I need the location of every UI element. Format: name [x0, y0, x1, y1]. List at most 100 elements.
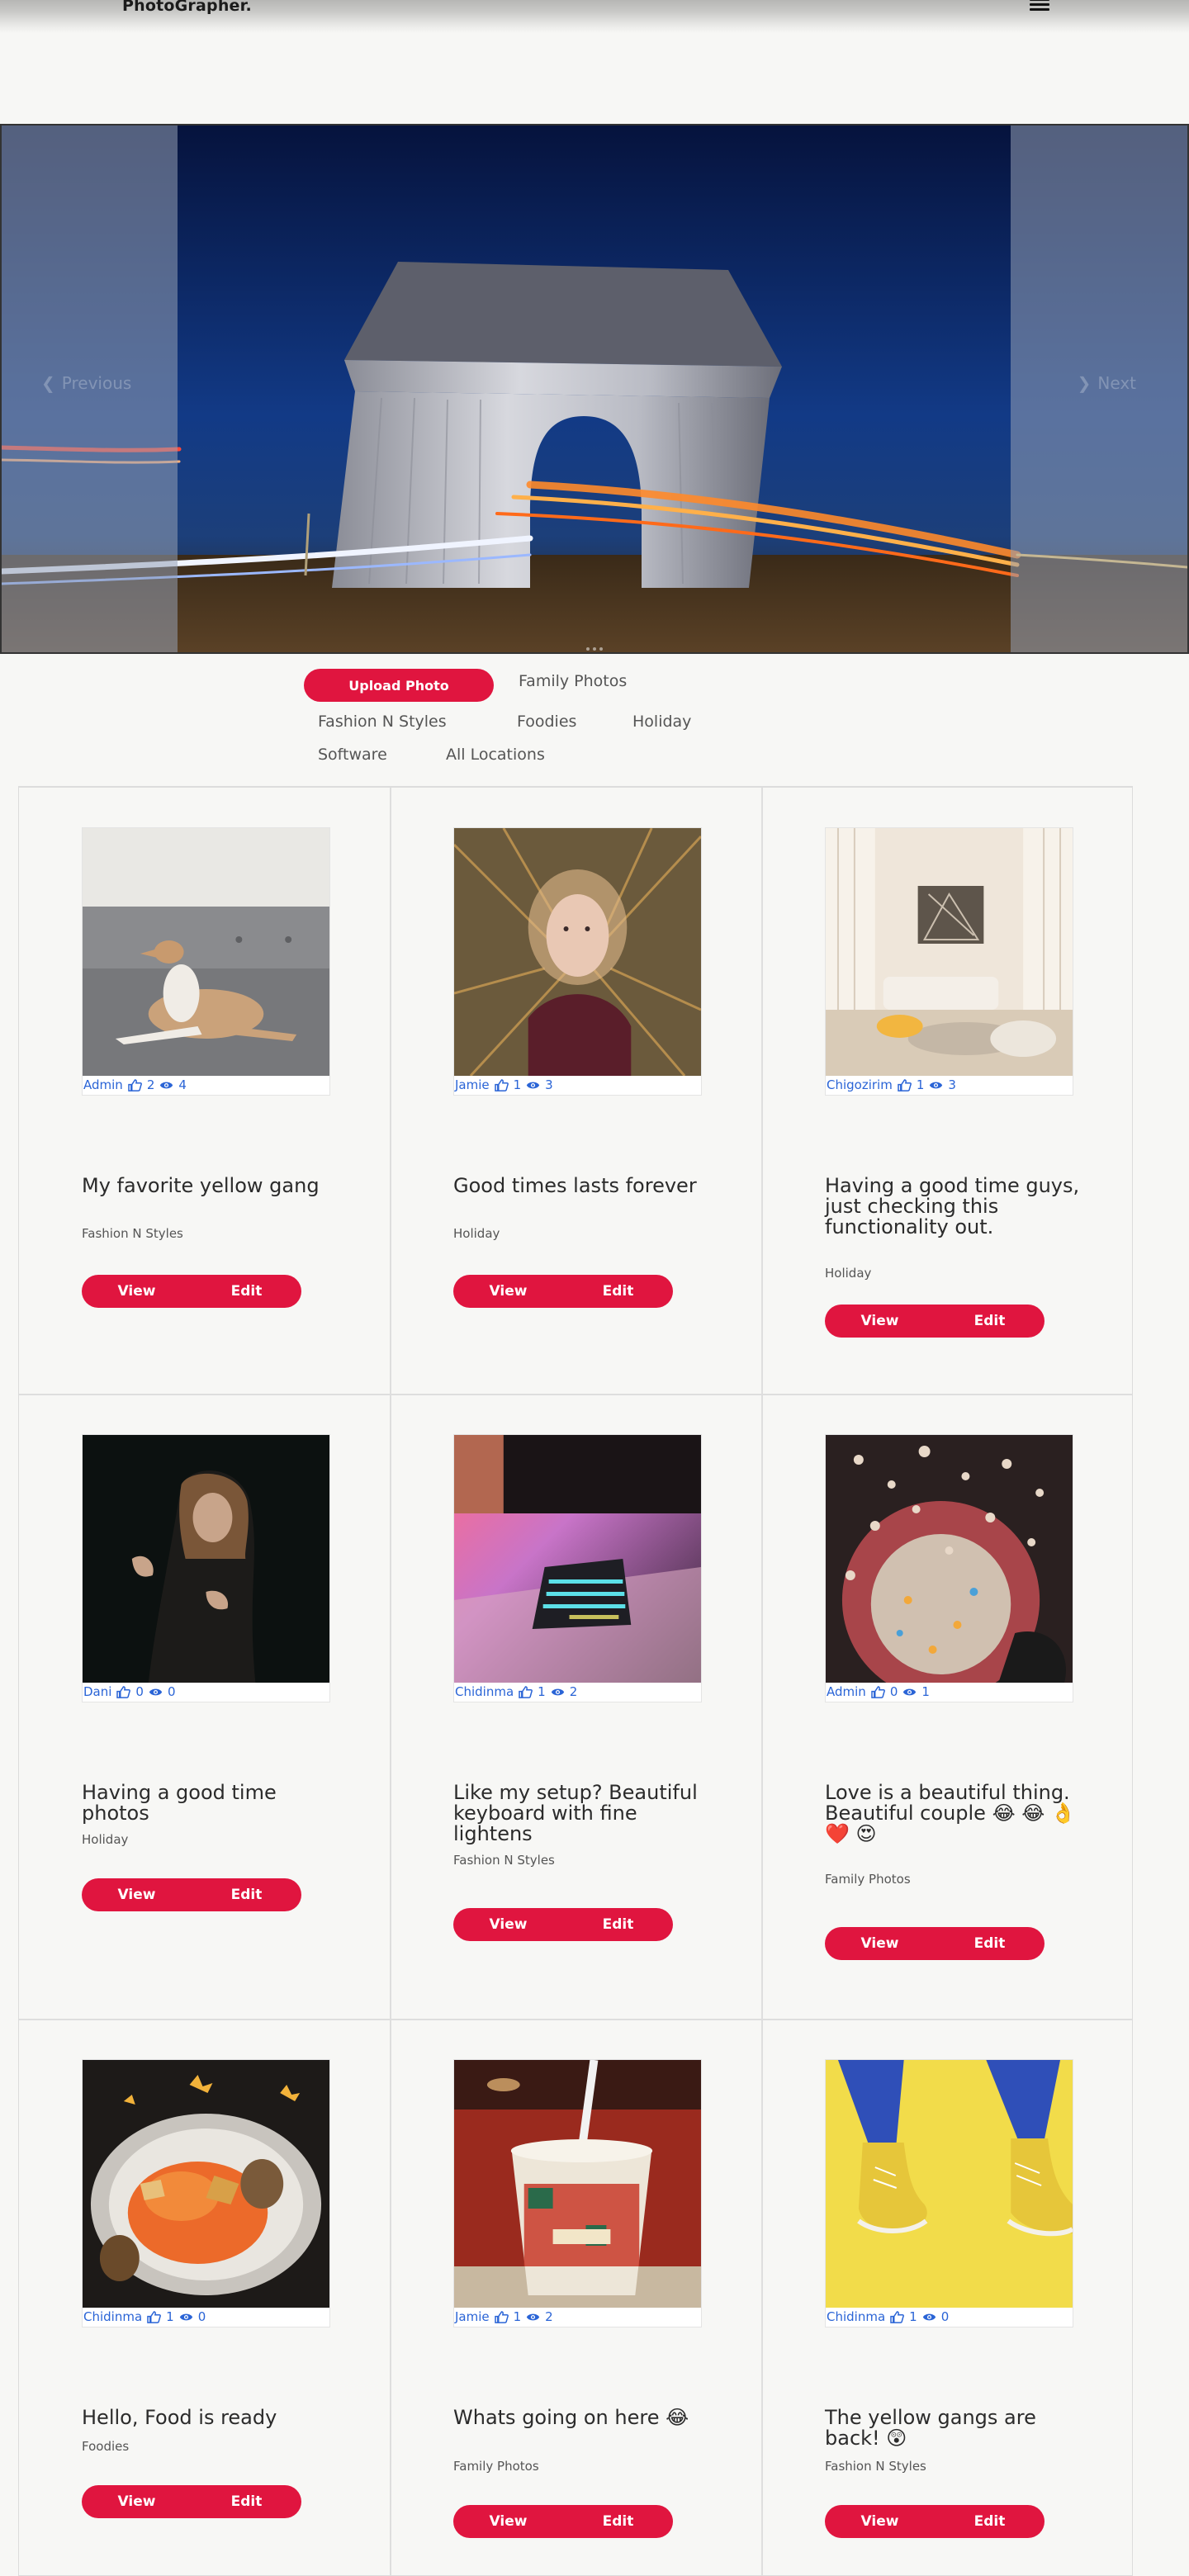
photo-thumbnail[interactable]: Jamie 1 3 [453, 827, 702, 1096]
thumbs-up-icon[interactable] [116, 1685, 131, 1698]
confetti-photo [826, 1435, 1073, 1683]
eye-icon [179, 2313, 192, 2320]
view-button[interactable]: View [453, 1275, 563, 1308]
living-room-photo [826, 828, 1073, 1076]
carousel-previous-button[interactable]: ❮ Previous [41, 373, 131, 393]
edit-button[interactable]: Edit [192, 1878, 301, 1911]
eye-icon [930, 1082, 943, 1088]
category-all-locations[interactable]: All Locations [446, 746, 545, 764]
photo-thumbnail[interactable]: Chidinma 1 2 [453, 1434, 702, 1702]
carousel-next-button[interactable]: ❯ Next [1078, 373, 1136, 393]
author-link[interactable]: Chidinma [455, 1684, 514, 1699]
photo-stats: Admin 2 4 [83, 1077, 187, 1092]
photo-stats: Admin 0 1 [827, 1684, 930, 1699]
photo-thumbnail[interactable]: Jamie 1 2 [453, 2059, 702, 2327]
edit-button[interactable]: Edit [563, 2505, 673, 2538]
author-link[interactable]: Chidinma [83, 2309, 142, 2324]
category-software[interactable]: Software [318, 746, 387, 764]
likes-count: 1 [916, 1077, 925, 1092]
carousel-indicators[interactable] [586, 647, 603, 651]
photo-category: Fashion N Styles [825, 2459, 926, 2474]
photo-category: Fashion N Styles [453, 1853, 555, 1868]
thumbs-up-icon[interactable] [494, 1078, 509, 1091]
view-button[interactable]: View [825, 1305, 935, 1338]
card-actions: View Edit [453, 2505, 673, 2538]
view-button[interactable]: View [453, 2505, 563, 2538]
brand-logo[interactable]: PhotoGrapher. [122, 0, 252, 15]
hamburger-icon[interactable] [1030, 0, 1049, 12]
upload-photo-button[interactable]: Upload Photo [304, 669, 494, 702]
edit-button[interactable]: Edit [192, 2485, 301, 2518]
edit-button[interactable]: Edit [563, 1908, 673, 1941]
photo-title: Good times lasts forever [453, 1174, 697, 1197]
view-button[interactable]: View [825, 2505, 935, 2538]
card-actions: View Edit [82, 1878, 301, 1911]
thumbs-up-icon[interactable] [128, 1078, 142, 1091]
thumbs-up-icon[interactable] [519, 1685, 533, 1698]
photo-thumbnail[interactable]: Dani 0 0 [82, 1434, 330, 1702]
photo-category: Holiday [453, 1226, 500, 1241]
views-count: 4 [178, 1077, 187, 1092]
category-foodies[interactable]: Foodies [517, 713, 576, 731]
thumbs-up-icon[interactable] [147, 2310, 162, 2323]
hero-image [2, 125, 1187, 652]
category-fashion-n-styles[interactable]: Fashion N Styles [318, 713, 447, 731]
views-count: 2 [545, 2309, 553, 2324]
likes-count: 1 [513, 2309, 522, 2324]
edit-button[interactable]: Edit [935, 1927, 1045, 1960]
card-actions: View Edit [825, 1305, 1045, 1338]
thumbs-up-icon[interactable] [898, 1078, 912, 1091]
thumbs-up-icon[interactable] [494, 2310, 509, 2323]
photo-thumbnail[interactable]: Admin 0 1 [825, 1434, 1073, 1702]
photo-category: Family Photos [825, 1872, 911, 1887]
view-button[interactable]: View [82, 1275, 192, 1308]
thumbs-up-icon[interactable] [890, 2310, 905, 2323]
view-button[interactable]: View [82, 1878, 192, 1911]
likes-count: 1 [513, 1077, 522, 1092]
category-holiday[interactable]: Holiday [632, 713, 691, 731]
eye-icon [551, 1688, 564, 1695]
top-navbar: PhotoGrapher. [0, 0, 1189, 33]
author-link[interactable]: Admin [827, 1684, 866, 1699]
eye-icon [160, 1082, 173, 1088]
likes-count: 2 [146, 1077, 155, 1092]
photo-stats: Dani 0 0 [83, 1684, 176, 1699]
festive-cup-photo [454, 2060, 701, 2308]
photo-thumbnail[interactable]: Admin 2 4 [82, 827, 330, 1096]
card-actions: View Edit [825, 1927, 1045, 1960]
view-button[interactable]: View [453, 1908, 563, 1941]
author-link[interactable]: Admin [83, 1077, 123, 1092]
author-link[interactable]: Jamie [455, 2309, 490, 2324]
author-link[interactable]: Jamie [455, 1077, 490, 1092]
photo-stats: Jamie 1 2 [455, 2309, 553, 2324]
likes-count: 1 [166, 2309, 174, 2324]
card-actions: View Edit [453, 1908, 673, 1941]
yellow-sneakers-photo [826, 2060, 1073, 2308]
photo-grid: Admin 2 4 My favorite yellow gang Fashio… [18, 786, 1133, 2576]
edit-button[interactable]: Edit [192, 1275, 301, 1308]
photo-title: The yellow gangs are back! 😲 [825, 2406, 1036, 2450]
photo-thumbnail[interactable]: Chidinma 1 0 [825, 2059, 1073, 2327]
view-button[interactable]: View [82, 2485, 192, 2518]
author-link[interactable]: Chidinma [827, 2309, 885, 2324]
card-actions: View Edit [82, 1275, 301, 1308]
photo-thumbnail[interactable]: Chigozirim 1 3 [825, 827, 1073, 1096]
carousel-next-label: Next [1097, 373, 1136, 393]
edit-button[interactable]: Edit [935, 1305, 1045, 1338]
eye-icon [527, 1082, 540, 1088]
thumbs-up-icon[interactable] [871, 1685, 885, 1698]
photo-category: Foodies [82, 2439, 130, 2454]
likes-count: 1 [538, 1684, 546, 1699]
views-count: 3 [948, 1077, 956, 1092]
edit-button[interactable]: Edit [935, 2505, 1045, 2538]
woman-portrait-photo [83, 1435, 329, 1683]
view-button[interactable]: View [825, 1927, 935, 1960]
photo-stats: Chidinma 1 0 [83, 2309, 206, 2324]
author-link[interactable]: Dani [83, 1684, 111, 1699]
category-family-photos[interactable]: Family Photos [519, 672, 627, 690]
likes-count: 0 [889, 1684, 898, 1699]
photo-category: Holiday [825, 1266, 872, 1281]
edit-button[interactable]: Edit [563, 1275, 673, 1308]
photo-thumbnail[interactable]: Chidinma 1 0 [82, 2059, 330, 2327]
author-link[interactable]: Chigozirim [827, 1077, 893, 1092]
